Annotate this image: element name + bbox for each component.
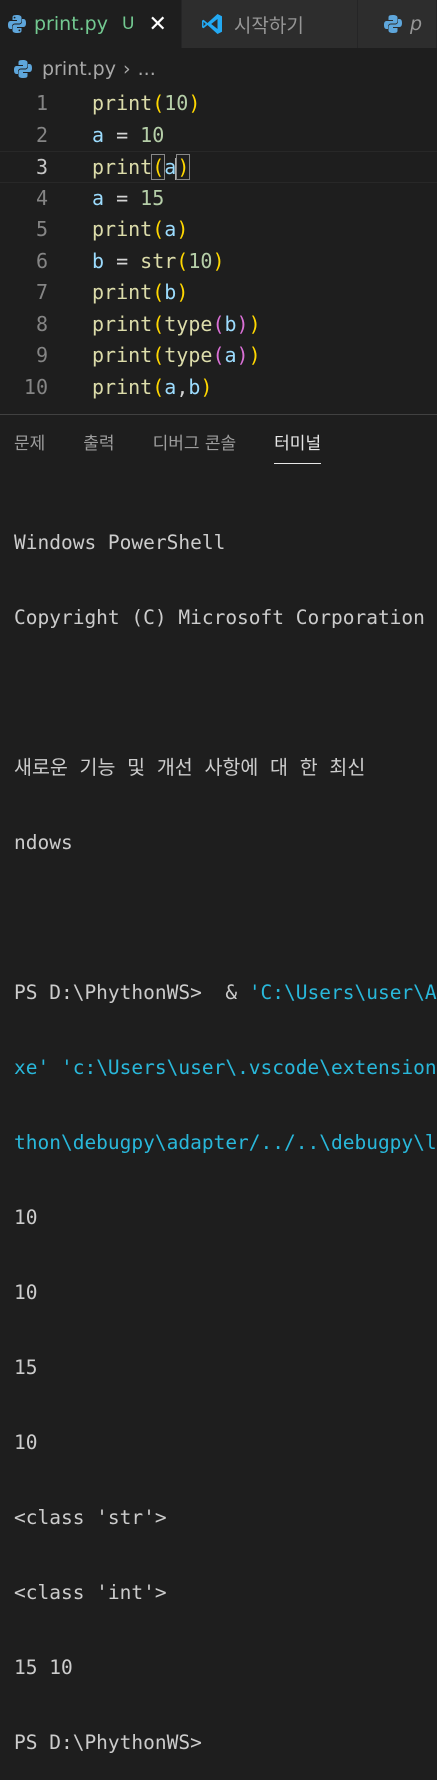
line-number: 7 bbox=[35, 280, 48, 304]
terminal-line: Windows PowerShell bbox=[14, 531, 226, 554]
breadcrumb-more[interactable]: ... bbox=[138, 58, 156, 80]
code-text: print(a) bbox=[92, 217, 189, 241]
terminal-output-line: <class 'int'> bbox=[14, 1581, 167, 1604]
terminal-output[interactable]: Windows PowerShell Copyright (C) Microso… bbox=[14, 482, 437, 1780]
terminal-line: xe' 'c:\Users\user\.vscode\extension bbox=[14, 1053, 437, 1082]
tab-problems[interactable]: 문제 bbox=[14, 425, 45, 463]
line-number: 6 bbox=[35, 248, 48, 273]
line-number: 4 bbox=[35, 185, 48, 210]
code-line[interactable]: 9 print(type(a)) bbox=[0, 340, 437, 372]
tab-overflow[interactable]: p bbox=[357, 0, 437, 48]
terminal-output-line: 10 bbox=[14, 1281, 38, 1304]
tab-print-py[interactable]: print.py U ✕ bbox=[0, 0, 182, 48]
chevron-right-icon: › bbox=[123, 58, 131, 80]
code-line[interactable]: 4 a = 15 bbox=[0, 183, 437, 215]
panel-divider[interactable] bbox=[0, 414, 437, 415]
tab-debug-console[interactable]: 디버그 콘솔 bbox=[153, 425, 237, 463]
code-line[interactable]: 5 print(a) bbox=[0, 214, 437, 246]
panel-tab-bar: 문제 출력 디버그 콘솔 터미널 bbox=[0, 425, 437, 467]
terminal-string: 'C:\Users\user\A bbox=[248, 981, 437, 1004]
tab-terminal[interactable]: 터미널 bbox=[274, 425, 322, 464]
python-icon bbox=[14, 60, 32, 78]
code-editor[interactable]: 1 print(10) 2 a = 10 3 print(a) 4 a = 15… bbox=[0, 88, 437, 404]
terminal-output-line: 15 10 bbox=[14, 1656, 73, 1679]
code-text: print(b) bbox=[92, 280, 189, 304]
terminal-prompt: PS D:\PhythonWS> & bbox=[14, 981, 249, 1004]
code-text: print(a) bbox=[92, 154, 191, 180]
breadcrumb-file[interactable]: print.py bbox=[42, 58, 116, 80]
line-number: 2 bbox=[35, 122, 48, 147]
close-icon[interactable]: ✕ bbox=[148, 12, 166, 37]
line-number: 10 bbox=[23, 374, 48, 399]
tab-label: print.py bbox=[34, 13, 108, 35]
tab-label: p bbox=[409, 13, 422, 35]
terminal-output-line: 15 bbox=[14, 1356, 38, 1379]
terminal-line: 새로운 기능 및 개선 사항에 대 한 최신 bbox=[14, 756, 366, 779]
breadcrumb: print.py › ... bbox=[0, 52, 437, 86]
tab-label: 시작하기 bbox=[233, 14, 304, 37]
terminal-output-line: <class 'str'> bbox=[14, 1506, 167, 1529]
line-number: 3 bbox=[35, 155, 48, 179]
terminal-string: xe' bbox=[14, 1056, 61, 1079]
terminal-string: 'c:\Users\user\.vscode\extension bbox=[60, 1056, 437, 1079]
code-line[interactable]: 8 print(type(b)) bbox=[0, 309, 437, 341]
untracked-badge: U bbox=[122, 14, 135, 34]
code-text: print(10) bbox=[92, 91, 201, 115]
line-number: 5 bbox=[35, 217, 48, 241]
terminal-prompt: PS D:\PhythonWS> bbox=[14, 1731, 202, 1754]
line-number: 8 bbox=[35, 311, 48, 336]
terminal-output-line: 10 bbox=[14, 1431, 38, 1454]
terminal-line: ndows bbox=[14, 831, 73, 854]
code-line[interactable]: 2 a = 10 bbox=[0, 120, 437, 152]
python-icon bbox=[383, 15, 402, 33]
code-text: print(type(a)) bbox=[92, 343, 261, 367]
code-text: a = 10 bbox=[92, 122, 165, 147]
line-number: 1 bbox=[35, 91, 48, 115]
editor-tab-bar: print.py U ✕ 시작하기 p bbox=[0, 0, 437, 48]
code-line[interactable]: 6 b = str(10) bbox=[0, 246, 437, 278]
terminal-line: thon\debugpy\adapter/../..\debugpy\l bbox=[14, 1131, 437, 1154]
vscode-icon bbox=[201, 14, 222, 34]
code-text: print(type(b)) bbox=[92, 311, 261, 336]
tab-getting-started[interactable]: 시작하기 bbox=[181, 0, 358, 48]
code-line[interactable]: 7 print(b) bbox=[0, 277, 437, 309]
code-line-current[interactable]: 3 print(a) bbox=[0, 151, 437, 183]
code-text: a = 15 bbox=[92, 185, 165, 210]
code-line[interactable]: 10 print(a,b) bbox=[0, 372, 437, 404]
code-text: b = str(10) bbox=[92, 248, 225, 273]
tab-output[interactable]: 출력 bbox=[83, 425, 114, 463]
code-line[interactable]: 1 print(10) bbox=[0, 88, 437, 120]
code-text: print(a,b) bbox=[92, 374, 213, 399]
line-number: 9 bbox=[35, 343, 48, 367]
python-icon bbox=[8, 15, 26, 33]
terminal-line: Copyright (C) Microsoft Corporation bbox=[14, 606, 425, 629]
terminal-output-line: 10 bbox=[14, 1206, 38, 1229]
terminal-line: PS D:\PhythonWS> & 'C:\Users\user\A bbox=[14, 978, 437, 1007]
